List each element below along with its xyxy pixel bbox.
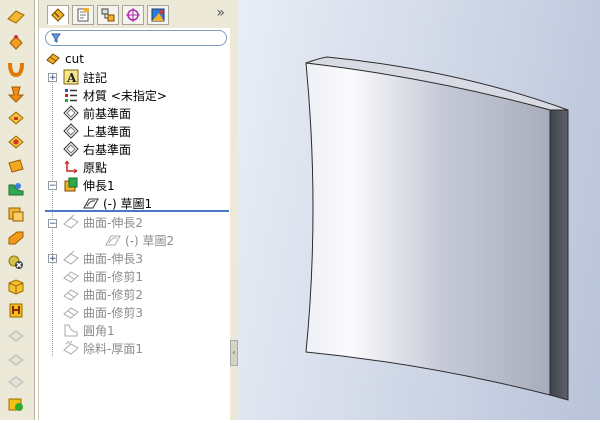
part-name: cut [65, 52, 84, 66]
surface-extrude-icon [63, 214, 79, 230]
thicken-cut-icon [63, 340, 79, 356]
collapse-toggle[interactable]: − [48, 181, 57, 191]
tree-item-fillet1[interactable]: 圓角1 [63, 321, 115, 339]
shell-button[interactable] [5, 204, 27, 224]
panel-splitter[interactable]: ‹ [230, 0, 238, 420]
fillet-button[interactable] [5, 180, 27, 200]
configuration-manager-tab[interactable] [97, 5, 119, 25]
tree-item-annotations[interactable]: A 註記 [63, 68, 107, 86]
tree-root-part[interactable]: cut [45, 50, 84, 68]
tree-item-sketch2[interactable]: (-) 草圖2 [105, 231, 174, 249]
surface-extrude-icon [63, 250, 79, 266]
tree-item-surface-extrude3[interactable]: 曲面-伸長3 [63, 249, 143, 267]
panel-tab-strip: » [39, 0, 231, 28]
thicken-button[interactable] [5, 156, 27, 176]
extruded-cut-button[interactable] [5, 108, 27, 128]
display-manager-tab[interactable] [147, 5, 169, 25]
revolved-cut-button[interactable] [5, 132, 27, 152]
annotations-icon: A [63, 69, 79, 85]
instant3d-button[interactable] [5, 394, 27, 414]
fillet-icon [63, 322, 79, 338]
feature-manager-tab[interactable] [47, 5, 69, 25]
more-tabs-button[interactable]: » [216, 5, 225, 21]
tree-item-material[interactable]: 材質 <未指定> [63, 86, 167, 104]
surface-trim-icon [63, 286, 79, 302]
lofted-boss-button[interactable] [5, 84, 27, 104]
extruded-boss-button[interactable] [5, 6, 27, 26]
surface-trim-icon [63, 304, 79, 320]
disabled-feature-1-icon [5, 326, 27, 346]
tree-item-surface-trim3[interactable]: 曲面-修剪3 [63, 303, 143, 321]
rib-button[interactable] [5, 228, 27, 248]
rollback-bar[interactable] [45, 210, 229, 212]
property-manager-tab[interactable] [72, 5, 94, 25]
extrude-feature-icon [63, 177, 79, 193]
cut-part-model [305, 56, 569, 401]
filter-icon [51, 33, 61, 43]
tree-item-top-plane[interactable]: 上基準面 [63, 122, 131, 140]
material-icon [63, 87, 79, 103]
tree-filter-input[interactable] [45, 30, 227, 46]
disabled-feature-3-icon [5, 372, 27, 392]
collapse-toggle[interactable]: − [48, 219, 57, 229]
tree-item-surface-trim2[interactable]: 曲面-修剪2 [63, 285, 143, 303]
tree-item-surface-extrude2[interactable]: 曲面-伸長2 [63, 213, 143, 231]
tree-connector-line [52, 78, 53, 356]
plane-icon [63, 141, 79, 157]
revolved-boss-button[interactable] [5, 32, 27, 52]
dimxpert-tab[interactable] [122, 5, 144, 25]
tree-item-origin[interactable]: 原點 [63, 158, 107, 176]
delete-face-button[interactable] [5, 252, 27, 272]
disabled-feature-2-icon [5, 350, 27, 370]
expand-toggle[interactable]: + [48, 254, 57, 264]
tree-item-extrude1[interactable]: 伸長1 [63, 176, 115, 194]
plane-icon [63, 123, 79, 139]
plane-icon [63, 105, 79, 121]
origin-icon [63, 159, 79, 175]
surface-trim-icon [63, 268, 79, 284]
tree-item-thicken-cut1[interactable]: 除料-厚面1 [63, 339, 143, 357]
svg-text:A: A [66, 71, 77, 85]
sketch-icon [105, 232, 121, 248]
expand-toggle[interactable]: + [48, 73, 57, 83]
collapse-panel-grip[interactable]: ‹ [230, 340, 238, 366]
sketch-icon [83, 195, 99, 211]
intersect-button[interactable] [5, 300, 27, 320]
feature-manager-panel: » cut + A 註記 材質 <未指定> 前基準面 上基準面 右基準面 原點 … [38, 0, 232, 420]
part-icon [45, 51, 61, 67]
graphics-viewport[interactable] [238, 0, 600, 420]
tree-item-front-plane[interactable]: 前基準面 [63, 104, 131, 122]
tree-item-right-plane[interactable]: 右基準面 [63, 140, 131, 158]
tree-item-surface-trim1[interactable]: 曲面-修剪1 [63, 267, 143, 285]
features-command-toolbar [0, 0, 35, 420]
box-button[interactable] [5, 276, 27, 296]
swept-boss-button[interactable] [5, 58, 27, 78]
